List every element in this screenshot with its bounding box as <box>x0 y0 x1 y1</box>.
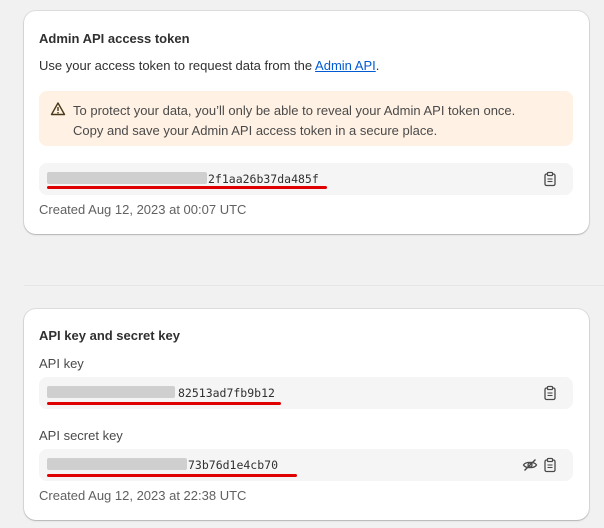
api-keys-created: Created Aug 12, 2023 at 22:38 UTC <box>39 488 247 503</box>
redaction-underline <box>47 186 327 189</box>
api-secret-field[interactable]: 73b76d1e4cb70 <box>39 449 573 481</box>
warning-line-1: To protect your data, you’ll only be abl… <box>73 103 516 118</box>
warning-line-2: Copy and save your Admin API access toke… <box>73 123 438 138</box>
warning-icon <box>50 102 66 116</box>
api-key-label: API key <box>39 356 84 371</box>
warning-message: To protect your data, you’ll only be abl… <box>73 101 563 141</box>
section-divider <box>24 285 604 286</box>
access-token-created: Created Aug 12, 2023 at 00:07 UTC <box>39 202 247 217</box>
redacted-secret-prefix <box>47 458 187 470</box>
api-key-field[interactable]: 82513ad7fb9b12 <box>39 377 573 409</box>
access-token-title: Admin API access token <box>39 31 190 46</box>
admin-api-link[interactable]: Admin API <box>315 58 376 73</box>
warning-banner: To protect your data, you’ll only be abl… <box>39 91 573 146</box>
description-suffix: . <box>375 58 380 73</box>
description-text: Use your access token to request data fr… <box>39 58 316 73</box>
api-keys-card: API key and secret key API key 82513ad7f… <box>24 309 589 520</box>
api-secret-label: API secret key <box>39 428 123 443</box>
api-key-value: 82513ad7fb9b12 <box>178 386 275 400</box>
clipboard-icon[interactable] <box>542 385 558 401</box>
redacted-api-key-prefix <box>47 386 175 398</box>
clipboard-icon[interactable] <box>542 457 558 473</box>
eye-slash-icon[interactable] <box>522 457 538 473</box>
access-token-field[interactable]: 2f1aa26b37da485f <box>39 163 573 195</box>
clipboard-icon[interactable] <box>542 171 558 187</box>
redaction-underline <box>47 402 281 405</box>
redaction-underline <box>47 474 297 477</box>
api-secret-value: 73b76d1e4cb70 <box>188 458 279 472</box>
api-keys-title: API key and secret key <box>39 328 180 343</box>
access-token-description: Use your access token to request data fr… <box>39 58 379 73</box>
redacted-token-prefix <box>47 172 207 184</box>
access-token-card: Admin API access token Use your access t… <box>24 11 589 234</box>
access-token-value: 2f1aa26b37da485f <box>208 172 319 186</box>
